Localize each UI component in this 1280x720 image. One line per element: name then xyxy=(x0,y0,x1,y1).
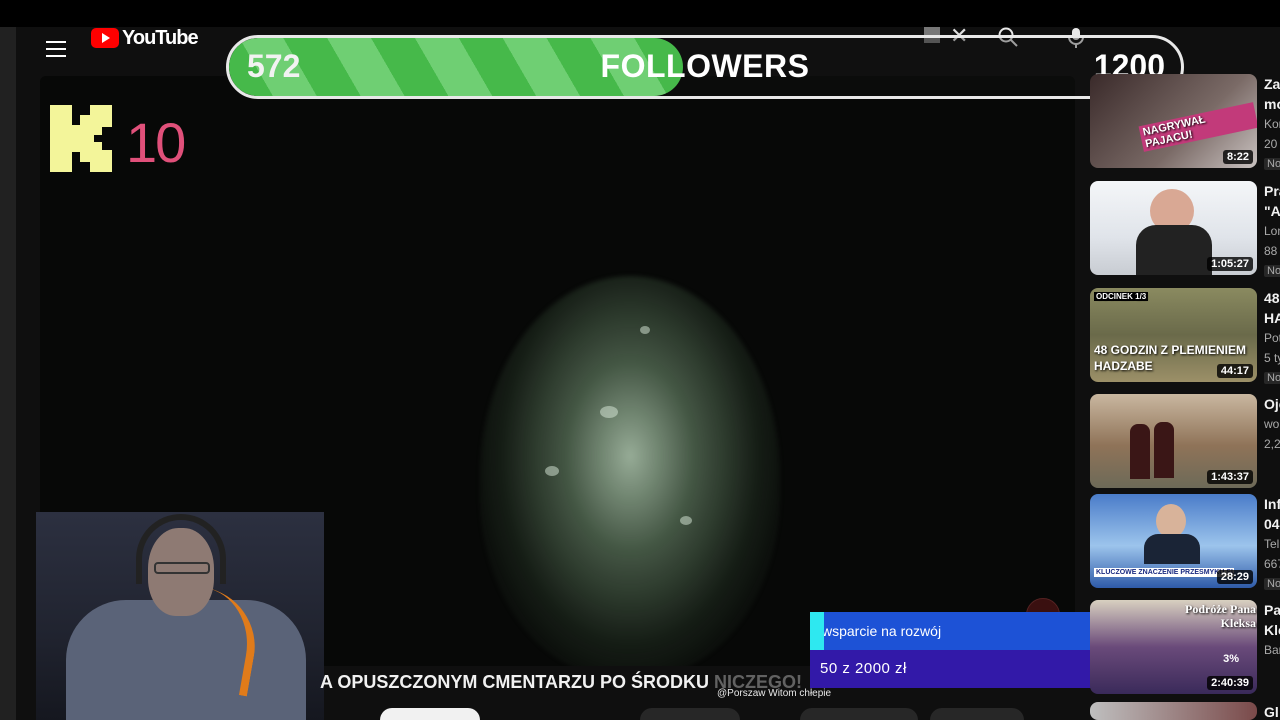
share-button[interactable] xyxy=(800,708,918,720)
webcam-person-shirt xyxy=(66,600,306,720)
menu-icon[interactable] xyxy=(46,41,66,57)
thumbnail-jacket xyxy=(1136,225,1212,275)
video-meta: Za mo Kor 20 No xyxy=(1264,74,1280,172)
recommended-video[interactable]: 1:43:37 Ojc wo 2,2 xyxy=(1090,394,1280,488)
new-badge: No xyxy=(1264,372,1280,384)
video-title: Gl xyxy=(1264,704,1279,720)
video-thumbnail: ODCINEK 1/3 48 GODZIN Z PLEMIENIEM HADZA… xyxy=(1090,288,1257,382)
thumbnail-caption: NAGRYWAŁ PAJACU! xyxy=(1138,102,1257,152)
video-duration: 8:22 xyxy=(1222,150,1253,164)
channel-name: Bar xyxy=(1264,643,1280,657)
scene-speck xyxy=(545,466,559,476)
video-title: Inf xyxy=(1264,496,1280,512)
scene-speck xyxy=(600,406,618,418)
video-title: Za xyxy=(1264,76,1280,92)
video-thumbnail: KLUCZOWE ZNACZENIE PRZESMYKU SU 28:29 xyxy=(1090,494,1257,588)
followers-label: FOLLOWERS xyxy=(600,48,810,84)
view-count: 667 xyxy=(1264,557,1280,571)
subscribe-button[interactable] xyxy=(380,708,480,720)
new-badge: No xyxy=(1264,578,1280,590)
channel-name: Tel xyxy=(1264,537,1280,551)
thumbnail-caption: Podróże Pana Kleksa xyxy=(1185,602,1256,630)
video-title: 48 xyxy=(1264,290,1280,306)
video-meta: Pa Kle Bar xyxy=(1264,600,1280,660)
donation-goal-widget: wsparcie na rozwój 50 z 2000 zł xyxy=(810,612,1100,688)
view-count: 20 xyxy=(1264,137,1278,151)
video-thumbnail: 1:43:37 xyxy=(1090,394,1257,488)
recommended-video[interactable]: Podróże Pana Kleksa 3% 2:40:39 Pa Kle Ba… xyxy=(1090,600,1280,694)
video-duration: 1:05:27 xyxy=(1207,257,1253,271)
video-meta: Pra "Al Lon 88 No xyxy=(1264,181,1280,279)
video-meta: Gl xyxy=(1264,702,1280,720)
video-title-text: A OPUSZCZONYM CMENTARZU PO ŚRODKU xyxy=(320,672,714,692)
donation-title: wsparcie na rozwój xyxy=(818,612,1100,650)
video-title-line2: mo xyxy=(1264,96,1280,112)
video-title-line2: Kle xyxy=(1264,622,1280,638)
video-meta: Ojc wo 2,2 xyxy=(1264,394,1280,454)
video-duration: 2:40:39 xyxy=(1207,676,1253,690)
thumbnail-face xyxy=(1156,504,1186,538)
followers-current: 572 xyxy=(247,48,301,84)
kick-logo-icon xyxy=(50,105,112,172)
thumbnail-figure xyxy=(1130,424,1150,479)
window-edge xyxy=(0,27,16,720)
recommended-video[interactable]: ODCINEK 1/3 48 GODZIN Z PLEMIENIEM HADZA… xyxy=(1090,288,1280,384)
streamer-webcam xyxy=(36,512,324,720)
video-thumbnail: NAGRYWAŁ PAJACU! 8:22 xyxy=(1090,74,1257,168)
view-count: 5 ty xyxy=(1264,351,1280,365)
video-thumbnail xyxy=(1090,702,1257,720)
thumbnail-caption: KLUCZOWE ZNACZENIE PRZESMYKU SU xyxy=(1094,568,1234,577)
recommended-video[interactable]: KLUCZOWE ZNACZENIE PRZESMYKU SU 28:29 In… xyxy=(1090,494,1280,590)
like-button[interactable] xyxy=(640,708,740,720)
video-meta: Inf 04 Tel 667 No xyxy=(1264,494,1280,592)
youtube-logo-text: YouTube xyxy=(122,26,199,49)
video-title-line2: "Al xyxy=(1264,203,1280,219)
new-badge: No xyxy=(1264,265,1280,277)
youtube-logo-icon xyxy=(91,28,119,48)
night-vision-scene xyxy=(480,276,780,666)
scene-speck xyxy=(680,516,692,525)
video-title: Pa xyxy=(1264,602,1280,618)
screen: YouTube ✕ 10 FOLLOWERS 572 1200 A OPUSZC… xyxy=(0,0,1280,720)
channel-name: Kor xyxy=(1264,117,1280,131)
channel-name: Pot xyxy=(1264,331,1280,345)
donor-note: @Porszaw Witom chłepie xyxy=(717,688,832,699)
recommended-video[interactable]: NAGRYWAŁ PAJACU! 8:22 Za mo Kor 20 No xyxy=(1090,74,1280,170)
scene-speck xyxy=(640,326,650,334)
video-meta: 48 HA Pot 5 ty No xyxy=(1264,288,1280,386)
video-duration: 28:29 xyxy=(1216,570,1253,584)
thumbnail-suit xyxy=(1144,534,1200,564)
thumbnail-figure xyxy=(1154,422,1174,478)
view-count: 88 xyxy=(1264,244,1278,258)
kick-counter: 10 xyxy=(126,111,186,174)
donation-amount: 50 z 2000 zł xyxy=(810,650,1100,688)
channel-name: Lon xyxy=(1264,224,1280,238)
top-bar xyxy=(0,0,1280,27)
video-thumbnail: Podróże Pana Kleksa 3% 2:40:39 xyxy=(1090,600,1257,694)
video-title: Pra xyxy=(1264,183,1280,199)
channel-name: wo xyxy=(1264,417,1280,431)
video-title-line2: 04 xyxy=(1264,516,1280,532)
video-title: Ojc xyxy=(1264,396,1280,412)
video-title-line2: HA xyxy=(1264,310,1280,326)
new-badge: No xyxy=(1264,158,1280,170)
view-count: 2,2 xyxy=(1264,437,1280,451)
glasses xyxy=(154,562,210,574)
recommended-video[interactable]: Gl xyxy=(1090,702,1280,720)
followers-goal-bar: FOLLOWERS 572 1200 xyxy=(226,35,1184,99)
video-percent: 3% xyxy=(1223,653,1239,665)
video-duration: 1:43:37 xyxy=(1207,470,1253,484)
video-duration: 44:17 xyxy=(1216,364,1253,378)
save-button[interactable] xyxy=(930,708,1024,720)
thumbnail-episode: ODCINEK 1/3 xyxy=(1094,292,1149,301)
youtube-logo[interactable]: YouTube xyxy=(91,26,199,49)
video-thumbnail: 1:05:27 xyxy=(1090,181,1257,275)
recommended-video[interactable]: 1:05:27 Pra "Al Lon 88 No xyxy=(1090,181,1280,277)
donation-accent xyxy=(810,612,824,650)
